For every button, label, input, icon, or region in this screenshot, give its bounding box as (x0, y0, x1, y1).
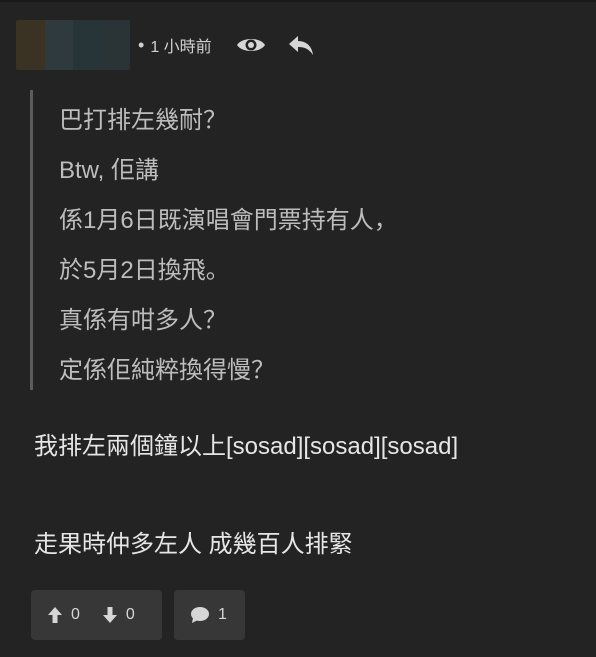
top-divider (0, 0, 596, 2)
upvote-count: 0 (71, 606, 80, 623)
avatar[interactable] (16, 20, 130, 70)
comment-action[interactable]: 1 (190, 606, 227, 624)
downvote-arrow-icon (102, 607, 117, 623)
post-header: • 1 小時前 (16, 20, 314, 70)
comment-count: 1 (218, 606, 227, 623)
downvote-button[interactable]: 0 (102, 606, 135, 624)
post-time: 1 小時前 (150, 39, 212, 56)
post-body-line: 走果時仲多左人 成幾百人排緊 (34, 531, 353, 558)
quote-line: 真係有咁多人？ (59, 307, 227, 334)
post-actions: 0 0 1 (31, 590, 245, 640)
quote-line: 係1月6日既演唱會門票持有人， (59, 207, 398, 234)
downvote-count: 0 (125, 606, 135, 623)
vote-box: 0 0 (31, 590, 162, 640)
upvote-arrow-icon (48, 607, 62, 623)
post-body-line: 我排左兩個鐘以上[sosad][sosad][sosad] (34, 433, 459, 460)
post-meta: • 1 小時前 (138, 33, 314, 57)
reply-arrow-icon[interactable] (288, 34, 314, 56)
upvote-button[interactable]: 0 (47, 606, 80, 624)
quote-line: 定係佢純粹換得慢？ (59, 357, 275, 384)
eye-icon[interactable] (236, 35, 266, 55)
comment-button[interactable]: 1 (174, 590, 245, 640)
quoted-message: 巴打排左幾耐？ Btw, 佢講 係1月6日既演唱會門票持有人， 於5月2日換飛。… (30, 90, 573, 390)
quote-line: Btw, 佢講 (59, 157, 160, 184)
quote-line: 於5月2日換飛。 (59, 257, 230, 284)
quote-line: 巴打排左幾耐？ (59, 107, 227, 134)
comment-bubble-icon (191, 607, 209, 623)
separator-dot: • (138, 34, 145, 55)
